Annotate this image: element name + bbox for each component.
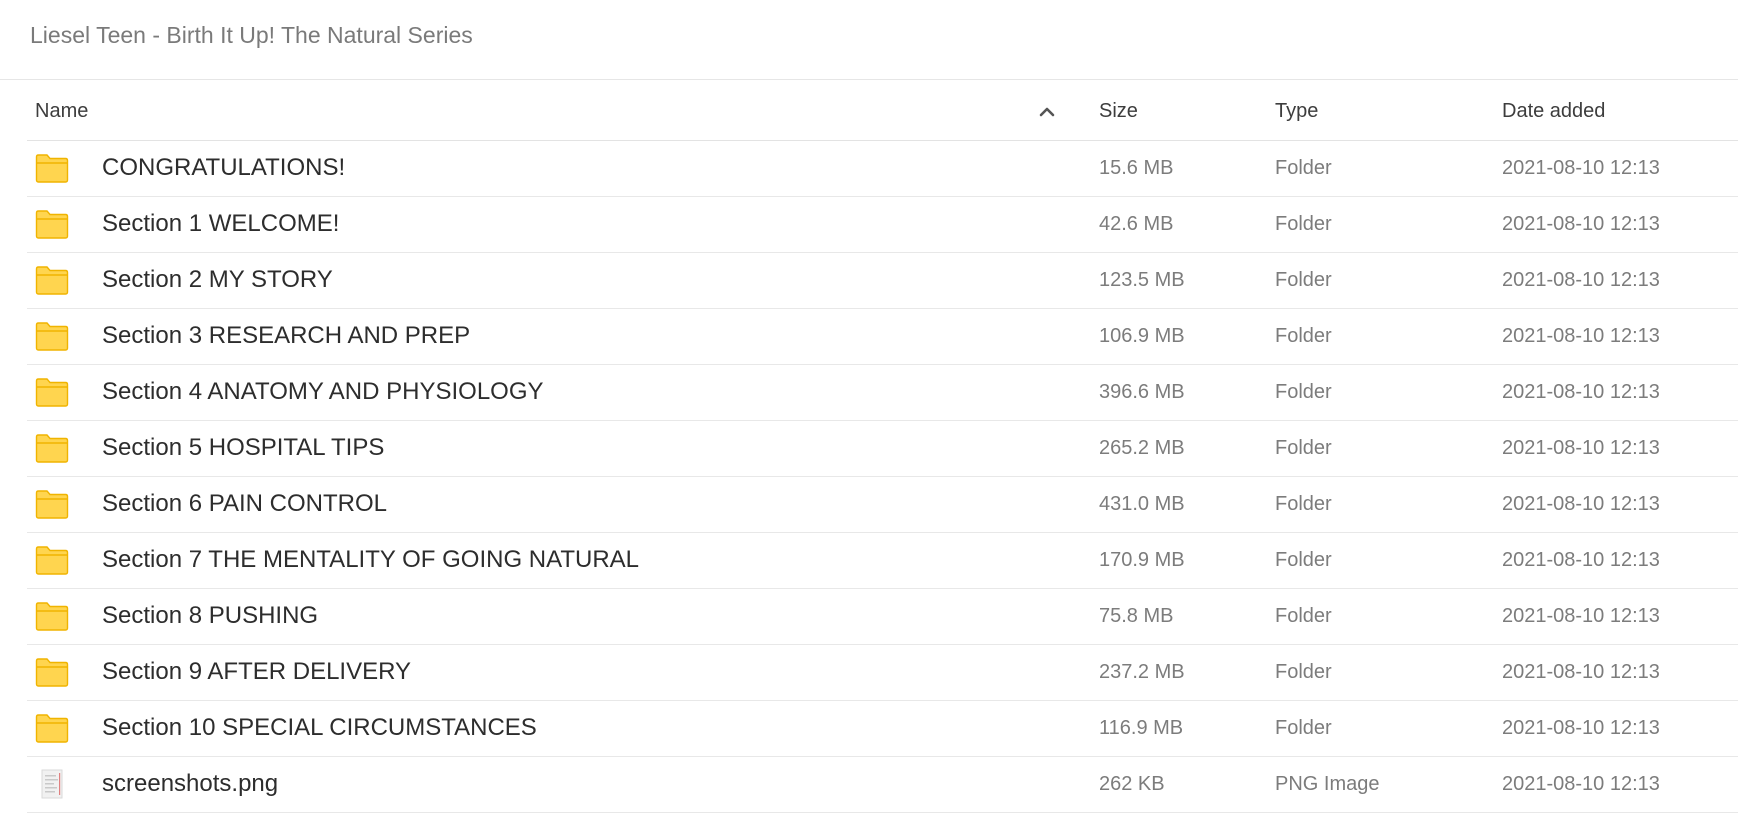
table-row[interactable]: Section 3 RESEARCH AND PREP 106.9 MB Folde…: [27, 309, 1738, 365]
file-type: Folder: [1275, 605, 1332, 627]
date-added: 2021-08-10 12:13: [1502, 605, 1660, 627]
file-type: Folder: [1275, 717, 1332, 739]
file-size: 15.6 MB: [1099, 157, 1174, 179]
table-row[interactable]: Section 1 WELCOME! 42.6 MB Folder 2021-08-1…: [27, 197, 1738, 253]
file-type: Folder: [1275, 157, 1332, 179]
date-added: 2021-08-10 12:13: [1502, 325, 1660, 347]
table-row[interactable]: Section 9 AFTER DELIVERY 237.2 MB Folder 20…: [27, 645, 1738, 701]
folder-icon: [35, 601, 69, 631]
file-name[interactable]: Section 6 PAIN CONTROL: [102, 490, 387, 518]
file-name[interactable]: Section 2 MY STORY: [102, 266, 333, 294]
folder-icon: [35, 433, 69, 463]
file-size: 123.5 MB: [1099, 269, 1185, 291]
file-name[interactable]: Section 1 WELCOME!: [102, 210, 339, 238]
file-name[interactable]: Section 5 HOSPITAL TIPS: [102, 434, 384, 462]
column-header-name[interactable]: Name: [35, 100, 88, 123]
file-table: Name Size Type Date added CONGRATULATION…: [27, 80, 1738, 813]
file-size: 116.9 MB: [1099, 717, 1184, 739]
column-header-size[interactable]: Size: [1099, 100, 1138, 123]
column-header-date[interactable]: Date added: [1502, 100, 1605, 123]
date-added: 2021-08-10 12:13: [1502, 157, 1660, 179]
file-size: 75.8 MB: [1099, 605, 1174, 627]
file-type: PNG Image: [1275, 773, 1380, 795]
file-size: 262 KB: [1099, 773, 1165, 795]
date-added: 2021-08-10 12:13: [1502, 717, 1660, 739]
date-added: 2021-08-10 12:13: [1502, 381, 1660, 403]
table-row[interactable]: Section 8 PUSHING 75.8 MB Folder 2021-08-10…: [27, 589, 1738, 645]
file-size: 265.2 MB: [1099, 437, 1185, 459]
file-name[interactable]: Section 3 RESEARCH AND PREP: [102, 322, 470, 350]
file-name[interactable]: screenshots.png: [102, 770, 278, 798]
file-name[interactable]: Section 9 AFTER DELIVERY: [102, 658, 411, 686]
date-added: 2021-08-10 12:13: [1502, 661, 1660, 683]
file-name[interactable]: Section 7 THE MENTALITY OF GOING NATURAL: [102, 546, 639, 574]
file-type: Folder: [1275, 549, 1332, 571]
date-added: 2021-08-10 12:13: [1502, 493, 1660, 515]
table-body: CONGRATULATIONS! 15.6 MB Folder 2021-08-10 …: [27, 141, 1738, 813]
folder-icon: [35, 713, 69, 743]
file-type: Folder: [1275, 325, 1332, 347]
file-type: Folder: [1275, 213, 1332, 235]
table-row[interactable]: Section 2 MY STORY 123.5 MB Folder 2021-08-…: [27, 253, 1738, 309]
file-name[interactable]: Section 10 SPECIAL CIRCUMSTANCES: [102, 714, 537, 742]
table-row[interactable]: Section 5 HOSPITAL TIPS 265.2 MB Folder 202…: [27, 421, 1738, 477]
table-row[interactable]: screenshots.png 262 KB PNG Image 2021-08-10…: [27, 757, 1738, 813]
folder-icon: [35, 377, 69, 407]
file-size: 42.6 MB: [1099, 213, 1174, 235]
date-added: 2021-08-10 12:13: [1502, 549, 1660, 571]
file-name[interactable]: CONGRATULATIONS!: [102, 154, 345, 182]
file-size: 106.9 MB: [1099, 325, 1185, 347]
file-size: 396.6 MB: [1099, 381, 1185, 403]
table-row[interactable]: Section 7 THE MENTALITY OF GOING NATURAL…: [27, 533, 1738, 589]
date-added: 2021-08-10 12:13: [1502, 773, 1660, 795]
file-type: Folder: [1275, 661, 1332, 683]
table-row[interactable]: CONGRATULATIONS! 15.6 MB Folder 2021-08-10 …: [27, 141, 1738, 197]
file-size: 431.0 MB: [1099, 493, 1185, 515]
file-size: 170.9 MB: [1099, 549, 1185, 571]
date-added: 2021-08-10 12:13: [1502, 269, 1660, 291]
file-type: Folder: [1275, 269, 1332, 291]
folder-icon: [35, 657, 69, 687]
date-added: 2021-08-10 12:13: [1502, 437, 1660, 459]
column-header-type[interactable]: Type: [1275, 100, 1318, 123]
image-file-icon: [35, 769, 69, 799]
chevron-up-icon[interactable]: [1035, 100, 1059, 124]
file-type: Folder: [1275, 437, 1332, 459]
file-name[interactable]: Section 8 PUSHING: [102, 602, 318, 630]
file-name[interactable]: Section 4 ANATOMY AND PHYSIOLOGY: [102, 378, 544, 406]
file-size: 237.2 MB: [1099, 661, 1185, 683]
folder-icon: [35, 321, 69, 351]
folder-icon: [35, 489, 69, 519]
folder-icon: [35, 265, 69, 295]
file-type: Folder: [1275, 381, 1332, 403]
file-browser: Liesel Teen - Birth It Up! The Natural S…: [0, 0, 1738, 840]
table-row[interactable]: Section 4 ANATOMY AND PHYSIOLOGY 396.6 MB…: [27, 365, 1738, 421]
table-row[interactable]: Section 6 PAIN CONTROL 431.0 MB Folder 2021…: [27, 477, 1738, 533]
folder-icon: [35, 153, 69, 183]
breadcrumb[interactable]: Liesel Teen - Birth It Up! The Natural S…: [30, 22, 473, 49]
folder-icon: [35, 545, 69, 575]
table-header: Name Size Type Date added: [27, 80, 1738, 141]
file-type: Folder: [1275, 493, 1332, 515]
date-added: 2021-08-10 12:13: [1502, 213, 1660, 235]
folder-icon: [35, 209, 69, 239]
table-row[interactable]: Section 10 SPECIAL CIRCUMSTANCES 116.9 MB…: [27, 701, 1738, 757]
